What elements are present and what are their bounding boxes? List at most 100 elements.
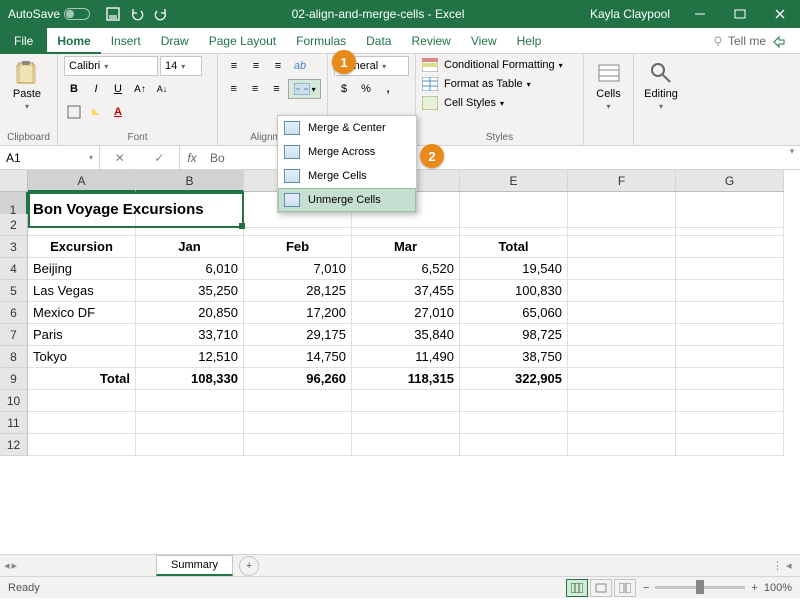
- table-cell[interactable]: Mexico DF: [28, 302, 136, 324]
- align-top-icon[interactable]: ≡: [224, 56, 244, 76]
- column-header[interactable]: B: [136, 170, 244, 192]
- align-bottom-icon[interactable]: ≡: [268, 56, 288, 76]
- cancel-formula-icon[interactable]: ✕: [115, 151, 125, 165]
- tab-scroll-left-icon[interactable]: ◂: [786, 559, 800, 572]
- table-cell[interactable]: 20,850: [136, 302, 244, 324]
- column-header[interactable]: G: [676, 170, 784, 192]
- table-cell[interactable]: 7,010: [244, 258, 352, 280]
- page-break-view-button[interactable]: [614, 579, 636, 597]
- merge-across-item[interactable]: Merge Across: [278, 140, 416, 164]
- align-right-icon[interactable]: ≡: [267, 79, 286, 99]
- editing-button[interactable]: Editing▾: [640, 56, 682, 111]
- zoom-level[interactable]: 100%: [764, 582, 792, 594]
- fx-icon[interactable]: fx: [180, 146, 204, 169]
- worksheet-grid[interactable]: ABCDEFG1Bon Voyage Excursions23Excursion…: [0, 170, 800, 554]
- column-header[interactable]: F: [568, 170, 676, 192]
- table-header[interactable]: Excursion: [28, 236, 136, 258]
- merge-and-center-item[interactable]: Merge & Center: [278, 116, 416, 140]
- table-cell[interactable]: Paris: [28, 324, 136, 346]
- align-center-icon[interactable]: ≡: [245, 79, 264, 99]
- table-cell[interactable]: 12,510: [136, 346, 244, 368]
- normal-view-button[interactable]: [566, 579, 588, 597]
- total-cell[interactable]: 322,905: [460, 368, 568, 390]
- undo-icon[interactable]: [126, 3, 148, 25]
- total-cell[interactable]: Total: [28, 368, 136, 390]
- table-cell[interactable]: 37,455: [352, 280, 460, 302]
- total-cell[interactable]: 118,315: [352, 368, 460, 390]
- tab-file[interactable]: File: [0, 28, 47, 54]
- cells-button[interactable]: Cells▾: [590, 56, 627, 111]
- maximize-button[interactable]: [720, 0, 760, 28]
- tab-draw[interactable]: Draw: [151, 28, 199, 54]
- table-header[interactable]: Feb: [244, 236, 352, 258]
- new-sheet-button[interactable]: +: [239, 556, 259, 576]
- table-cell[interactable]: 6,520: [352, 258, 460, 280]
- comma-format-icon[interactable]: ,: [378, 79, 398, 99]
- align-middle-icon[interactable]: ≡: [246, 56, 266, 76]
- table-cell[interactable]: Tokyo: [28, 346, 136, 368]
- table-cell[interactable]: 17,200: [244, 302, 352, 324]
- table-cell[interactable]: 19,540: [460, 258, 568, 280]
- share-button[interactable]: [772, 34, 800, 48]
- tab-insert[interactable]: Insert: [101, 28, 151, 54]
- table-cell[interactable]: 35,840: [352, 324, 460, 346]
- column-header[interactable]: E: [460, 170, 568, 192]
- merge-cells-item[interactable]: Merge Cells: [278, 164, 416, 188]
- font-color-button[interactable]: A: [108, 102, 128, 122]
- tab-view[interactable]: View: [461, 28, 507, 54]
- table-cell[interactable]: 29,175: [244, 324, 352, 346]
- increase-font-icon[interactable]: A↑: [130, 79, 150, 99]
- fill-color-button[interactable]: [86, 102, 106, 122]
- conditional-formatting-button[interactable]: Conditional Formatting▾: [422, 58, 577, 72]
- table-header[interactable]: Mar: [352, 236, 460, 258]
- cell-styles-button[interactable]: Cell Styles▾: [422, 96, 577, 110]
- borders-button[interactable]: [64, 102, 84, 122]
- save-icon[interactable]: [102, 3, 124, 25]
- underline-button[interactable]: U: [108, 79, 128, 99]
- table-cell[interactable]: 98,725: [460, 324, 568, 346]
- unmerge-cells-item[interactable]: Unmerge Cells: [278, 188, 416, 212]
- total-cell[interactable]: 96,260: [244, 368, 352, 390]
- font-name-combo[interactable]: Calibri▾: [64, 56, 158, 76]
- tab-home[interactable]: Home: [47, 28, 100, 54]
- user-name[interactable]: Kayla Claypool: [580, 7, 680, 21]
- paste-button[interactable]: Paste ▾: [6, 56, 48, 111]
- table-cell[interactable]: 27,010: [352, 302, 460, 324]
- table-header[interactable]: Jan: [136, 236, 244, 258]
- table-cell[interactable]: 11,490: [352, 346, 460, 368]
- expand-formula-bar-icon[interactable]: ▾: [784, 146, 800, 169]
- table-cell[interactable]: 100,830: [460, 280, 568, 302]
- font-size-combo[interactable]: 14▾: [160, 56, 202, 76]
- align-left-icon[interactable]: ≡: [224, 79, 243, 99]
- redo-icon[interactable]: [150, 3, 172, 25]
- zoom-in-button[interactable]: +: [751, 582, 757, 594]
- tab-review[interactable]: Review: [401, 28, 460, 54]
- autosave-toggle[interactable]: AutoSave: [0, 7, 98, 21]
- minimize-button[interactable]: [680, 0, 720, 28]
- table-cell[interactable]: 38,750: [460, 346, 568, 368]
- prev-sheet-icon[interactable]: ◂: [4, 559, 10, 572]
- name-box[interactable]: A1▾: [0, 146, 100, 169]
- sheet-tab-summary[interactable]: Summary: [156, 555, 233, 576]
- bold-button[interactable]: B: [64, 79, 84, 99]
- italic-button[interactable]: I: [86, 79, 106, 99]
- total-cell[interactable]: 108,330: [136, 368, 244, 390]
- accounting-format-icon[interactable]: $: [334, 79, 354, 99]
- table-cell[interactable]: 65,060: [460, 302, 568, 324]
- column-header[interactable]: A: [28, 170, 136, 192]
- zoom-out-button[interactable]: −: [643, 582, 649, 594]
- merge-center-button[interactable]: ▾: [288, 79, 321, 99]
- table-cell[interactable]: Las Vegas: [28, 280, 136, 302]
- next-sheet-icon[interactable]: ▸: [12, 559, 18, 572]
- tab-scroll-icon[interactable]: ⋮: [772, 559, 786, 572]
- zoom-slider[interactable]: [655, 586, 745, 589]
- tell-me-search[interactable]: Tell me: [706, 34, 772, 48]
- close-button[interactable]: [760, 0, 800, 28]
- tab-help[interactable]: Help: [507, 28, 552, 54]
- page-layout-view-button[interactable]: [590, 579, 612, 597]
- tab-data[interactable]: Data: [356, 28, 401, 54]
- decrease-font-icon[interactable]: A↓: [152, 79, 172, 99]
- enter-formula-icon[interactable]: ✓: [154, 151, 164, 165]
- orientation-icon[interactable]: ab: [290, 56, 310, 76]
- table-cell[interactable]: Beijing: [28, 258, 136, 280]
